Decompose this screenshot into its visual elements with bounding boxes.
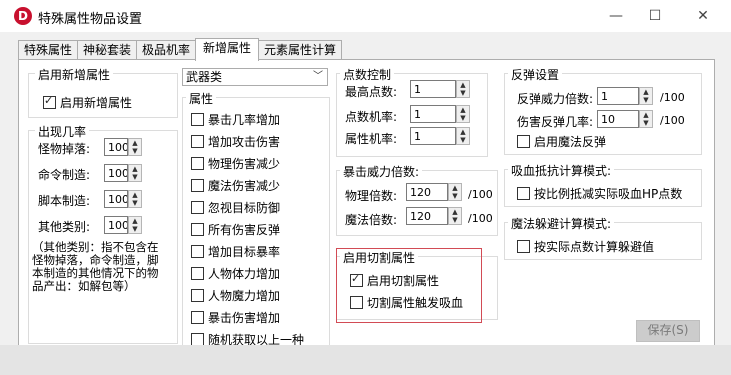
tab-rare-rate[interactable]: 极品机率 [136,40,196,60]
physical-mult-input[interactable] [406,183,448,201]
rebound-power-input[interactable] [597,87,639,105]
max-points-label: 最高点数: [345,85,398,99]
spinner-icon[interactable]: ▲ ▼ [456,127,470,145]
bottom-area [0,345,731,375]
attr-item[interactable]: 物理伤害减少 [191,155,280,172]
attr-item[interactable]: 忽视目标防御 [191,199,280,216]
save-button[interactable]: 保存(S) [636,320,700,342]
title-bar: D 特殊属性物品设置 — ☐ ✕ [0,0,731,32]
rebound-rate-label: 伤害反弹几率: [517,115,594,129]
absorb-group-label: 吸血抵抗计算模式: [508,162,615,179]
dodge-group-label: 魔法躲避计算模式: [508,215,615,232]
monster-drop-label: 怪物掉落: [38,142,91,156]
enable-group: 启用新增属性 启用新增属性 [28,66,178,118]
attr-item[interactable]: 暴击伤害增加 [191,309,280,326]
tab-special-attr[interactable]: 特殊属性 [18,40,78,60]
attr-item[interactable]: 人物魔力增加 [191,287,280,304]
highlight-box [336,248,482,323]
absorb-mode-checkbox[interactable]: 按比例抵减实际吸血HP点数 [517,185,682,202]
attr-item[interactable]: 魔法伤害减少 [191,177,280,194]
tab-mystery-set[interactable]: 神秘套装 [77,40,137,60]
command-make-label: 命令制造: [38,168,91,182]
points-rate-input[interactable] [410,105,456,123]
maximize-icon[interactable]: ☐ [632,0,678,32]
spinner-icon[interactable]: ▲ ▼ [128,216,142,234]
rebound-power-label: 反弹威力倍数: [517,92,594,106]
tab-element-calc[interactable]: 元素属性计算 [258,40,342,60]
attr-item[interactable]: 增加攻击伤害 [191,133,280,150]
dodge-mode-checkbox[interactable]: 按实际点数计算躲避值 [517,238,654,255]
physical-mult-label: 物理倍数: [345,189,398,203]
spinner-icon[interactable]: ▲ ▼ [128,190,142,208]
chance-note: （其他类别：指不包含在 怪物掉落，命令制造，脚 本制造的其他情况下的物 品产出：… [32,240,159,293]
attr-item[interactable]: 增加目标暴率 [191,243,280,260]
other-type-input[interactable] [104,216,128,234]
spinner-icon[interactable]: ▲ ▼ [456,80,470,98]
magic-mult-input[interactable] [406,207,448,225]
rebound-rate-unit: /100 [660,114,685,127]
script-make-label: 脚本制造: [38,194,91,208]
spinner-icon[interactable]: ▲ ▼ [639,87,653,105]
other-type-label: 其他类别: [38,220,91,234]
magic-mult-unit: /100 [468,212,493,225]
chance-group: 出现几率 [28,123,178,344]
spinner-icon[interactable]: ▲ ▼ [448,207,462,225]
settings-window: D 特殊属性物品设置 — ☐ ✕ 特殊属性 神秘套装 极品机率 新增属性 元素属… [0,0,731,375]
chevron-down-icon: ﹀ [313,71,323,82]
spinner-icon[interactable]: ▲ ▼ [456,105,470,123]
command-make-input[interactable] [104,164,128,182]
monster-drop-input[interactable] [104,138,128,156]
script-make-input[interactable] [104,190,128,208]
rebound-rate-input[interactable] [597,110,639,128]
window-title: 特殊属性物品设置 [38,12,143,27]
magic-mult-label: 魔法倍数: [345,213,398,227]
spinner-icon[interactable]: ▲ ▼ [128,164,142,182]
tab-new-attr[interactable]: 新增属性 [195,38,259,61]
spinner-icon[interactable]: ▲ ▼ [448,183,462,201]
spinner-icon[interactable]: ▲ ▼ [128,138,142,156]
points-rate-label: 点数机率: [345,110,398,124]
close-icon[interactable]: ✕ [680,0,726,32]
attr-rate-input[interactable] [410,127,456,145]
spinner-icon[interactable]: ▲ ▼ [639,110,653,128]
attr-group-label: 属性 [186,90,217,107]
checkbox-checked-icon [43,94,56,109]
attr-item[interactable]: 人物体力增加 [191,265,280,282]
attr-item[interactable]: 暴击几率增加 [191,111,280,128]
item-type-select[interactable]: 武器类 ﹀ [182,68,328,86]
enable-new-attr-checkbox[interactable]: 启用新增属性 [43,94,132,111]
enable-group-label: 启用新增属性 [35,66,114,83]
crit-group-label: 暴击威力倍数: [340,163,423,180]
points-group-label: 点数控制 [340,66,395,83]
physical-mult-unit: /100 [468,188,493,201]
attr-item[interactable]: 所有伤害反弹 [191,221,280,238]
chance-group-label: 出现几率 [35,123,90,140]
max-points-input[interactable] [410,80,456,98]
attr-rate-label: 属性机率: [345,132,398,146]
app-logo-icon: D [14,7,32,25]
rebound-group-label: 反弹设置 [508,66,563,83]
rebound-power-unit: /100 [660,91,685,104]
magic-rebound-checkbox[interactable]: 启用魔法反弹 [517,133,606,150]
